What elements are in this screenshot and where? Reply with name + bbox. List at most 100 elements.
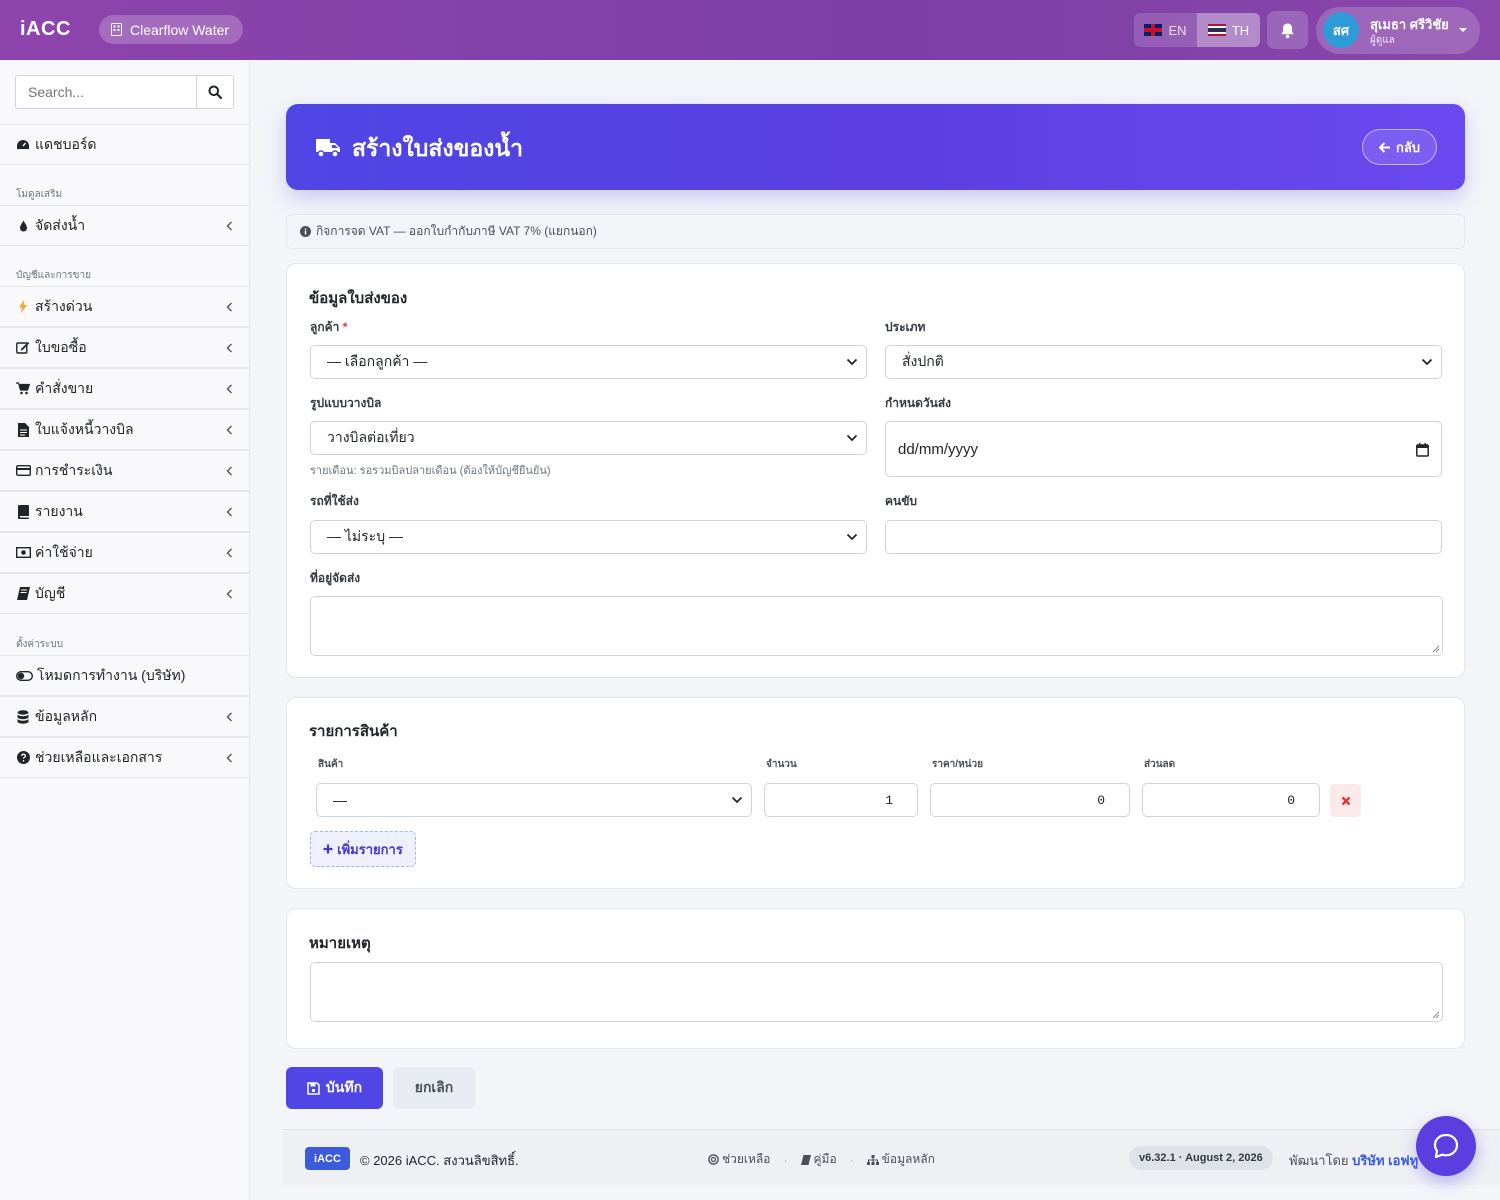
sidebar-item-reports[interactable]: รายงาน (0, 491, 249, 532)
caret-down-icon (1459, 28, 1467, 32)
truck-icon (316, 139, 340, 158)
driver-input[interactable] (885, 520, 1442, 554)
user-name: สุเมธา ศรีวิชัย (1370, 17, 1449, 32)
sidebar-item-accounts[interactable]: บัญชี (0, 573, 249, 614)
water-drop-icon (15, 219, 31, 233)
save-icon (307, 1081, 320, 1095)
notifications-button[interactable] (1267, 11, 1308, 49)
cancel-button-label: ยกเลิก (414, 1079, 454, 1095)
footer-link-help[interactable]: ช่วยเหลือ (708, 1150, 771, 1169)
chevron-down-icon (1421, 358, 1433, 366)
sidebar-item-water-delivery[interactable]: จัดส่งน้ำ (0, 205, 249, 246)
chevron-left-icon (226, 548, 232, 558)
chevron-left-icon (226, 589, 232, 599)
section-heading-addons: โมดูลเสริม (16, 189, 63, 200)
sidebar-item-payment[interactable]: การชำระเงิน (0, 450, 249, 491)
sidebar-item-expenses[interactable]: ค่าใช้จ่าย (0, 532, 249, 573)
notes-textarea[interactable] (310, 962, 1443, 1022)
sidebar-item-help[interactable]: ช่วยเหลือและเอกสาร (0, 737, 249, 778)
address-label: ที่อยู่จัดส่ง (310, 571, 361, 585)
customer-select[interactable]: — เลือกลูกค้า — (310, 345, 867, 379)
due-date-input[interactable]: dd/mm/yyyy (885, 421, 1442, 477)
database-icon (15, 709, 31, 724)
lang-th-label: TH (1231, 22, 1250, 38)
driver-label: คนขับ (885, 494, 918, 508)
section-heading-settings: ตั้งค่าระบบ (16, 639, 64, 650)
chevron-left-icon (226, 712, 232, 722)
search-button[interactable] (196, 75, 234, 109)
resize-grip-icon[interactable] (1432, 645, 1440, 653)
chevron-left-icon (226, 384, 232, 394)
save-button[interactable]: บันทึก (286, 1067, 383, 1109)
items-card: รายการสินค้า สินค้า จำนวน ราคา/หน่วย ส่ว… (286, 697, 1465, 889)
calendar-icon[interactable] (1416, 443, 1429, 457)
sidebar-item-sales-order[interactable]: คำสั่งขาย (0, 368, 249, 409)
search-input[interactable] (15, 75, 196, 109)
lang-en-button[interactable]: EN (1134, 13, 1197, 47)
items-title: รายการสินค้า (309, 723, 398, 740)
type-label: ประเภท (885, 320, 926, 334)
sidebar-item-quick-create[interactable]: สร้างด่วน (0, 286, 249, 327)
product-select[interactable]: — (316, 783, 752, 817)
footer-separator: · (849, 1152, 854, 1167)
save-button-label: บันทึก (325, 1079, 363, 1095)
sidebar-item-label: จัดส่งน้ำ (35, 216, 86, 233)
sidebar-item-mode[interactable]: โหมดการทำงาน (บริษัท) (0, 655, 249, 696)
add-item-label: เพิ่มรายการ (337, 841, 403, 857)
delivery-info-card: ข้อมูลใบส่งของ ลูกค้า * — เลือกลูกค้า — … (286, 263, 1465, 678)
vehicle-select-value: — ไม่ระบุ — (327, 528, 403, 544)
sidebar-item-purchase-request[interactable]: ใบขอซื้อ (0, 327, 249, 368)
remove-row-button[interactable] (1330, 784, 1361, 817)
column-header-qty: จำนวน (766, 759, 797, 770)
developer-link[interactable]: บริษัท เอฟทู (1352, 1153, 1418, 1168)
cart-icon (15, 382, 31, 396)
column-header-discount: ส่วนลด (1144, 759, 1176, 770)
sidebar-item-master-data[interactable]: ข้อมูลหลัก (0, 696, 249, 737)
chevron-left-icon (226, 466, 232, 476)
vat-info-text: กิจการจด VAT — ออกใบกำกับภาษี VAT 7% (แย… (316, 224, 597, 238)
sidebar-item-dashboard[interactable]: แดชบอร์ด (0, 124, 249, 165)
footer-link-master-data[interactable]: ข้อมูลหลัก (866, 1150, 935, 1169)
back-button[interactable]: กลับ (1362, 129, 1437, 165)
chevron-left-icon (226, 753, 232, 763)
sidebar-item-invoice[interactable]: ใบแจ้งหนี้วางบิล (0, 409, 249, 450)
bolt-icon (15, 300, 31, 314)
question-circle-icon (15, 751, 31, 765)
cancel-button[interactable]: ยกเลิก (393, 1067, 475, 1109)
customer-label: ลูกค้า * (310, 320, 348, 334)
sidebar-item-label: บัญชี (35, 584, 66, 601)
vehicle-select[interactable]: — ไม่ระบุ — (310, 520, 867, 554)
sidebar-item-label: ใบขอซื้อ (35, 338, 87, 355)
uk-flag-icon (1144, 24, 1163, 36)
discount-input[interactable]: 0 (1142, 783, 1320, 817)
chevron-down-icon (731, 796, 743, 804)
address-textarea[interactable] (310, 596, 1443, 656)
sidebar: แดชบอร์ด โมดูลเสริม จัดส่งน้ำ บัญชีและกา… (0, 60, 250, 1200)
page-title: สร้างใบส่งของน้ำ (352, 135, 524, 161)
price-input[interactable]: 0 (930, 783, 1130, 817)
notes-title: หมายเหตุ (309, 935, 371, 952)
sidebar-item-label: โหมดการทำงาน (บริษัท) (37, 666, 186, 683)
footer-link-manual[interactable]: คู่มือ (800, 1150, 837, 1169)
price-input-value: 0 (1097, 792, 1105, 808)
chevron-left-icon (226, 343, 232, 353)
billing-label: รูปแบบวางบิล (310, 396, 382, 410)
type-select[interactable]: สั่งปกติ (885, 345, 1442, 379)
section-heading-accounting: บัญชีและการขาย (16, 270, 91, 281)
footer-link-master-data-label: ข้อมูลหลัก (881, 1152, 935, 1166)
billing-select-value: วางบิลต่อเที่ยว (327, 429, 415, 445)
company-switcher[interactable]: Clearflow Water (99, 15, 244, 44)
version-badge: v6.32.1 · August 2, 2026 (1129, 1146, 1273, 1170)
footer-copyright: © 2026 iACC. สงวนลิขสิทธิ์. (360, 1153, 519, 1168)
chat-button[interactable] (1416, 1116, 1476, 1176)
brand-logo[interactable]: iACC (20, 18, 71, 41)
lang-th-button[interactable]: TH (1197, 13, 1260, 47)
qty-input[interactable]: 1 (764, 783, 918, 817)
footer: iACC © 2026 iACC. สงวนลิขสิทธิ์. ช่วยเหล… (282, 1129, 1500, 1185)
user-menu[interactable]: สศ สุเมธา ศรีวิชัย ผู้ดูแล (1316, 7, 1480, 54)
billing-select[interactable]: วางบิลต่อเที่ยว (310, 421, 867, 455)
add-item-button[interactable]: เพิ่มรายการ (310, 831, 416, 867)
sidebar-item-label: ใบแจ้งหนี้วางบิล (35, 420, 134, 437)
life-ring-icon (708, 1154, 719, 1165)
resize-grip-icon[interactable] (1432, 1011, 1440, 1019)
